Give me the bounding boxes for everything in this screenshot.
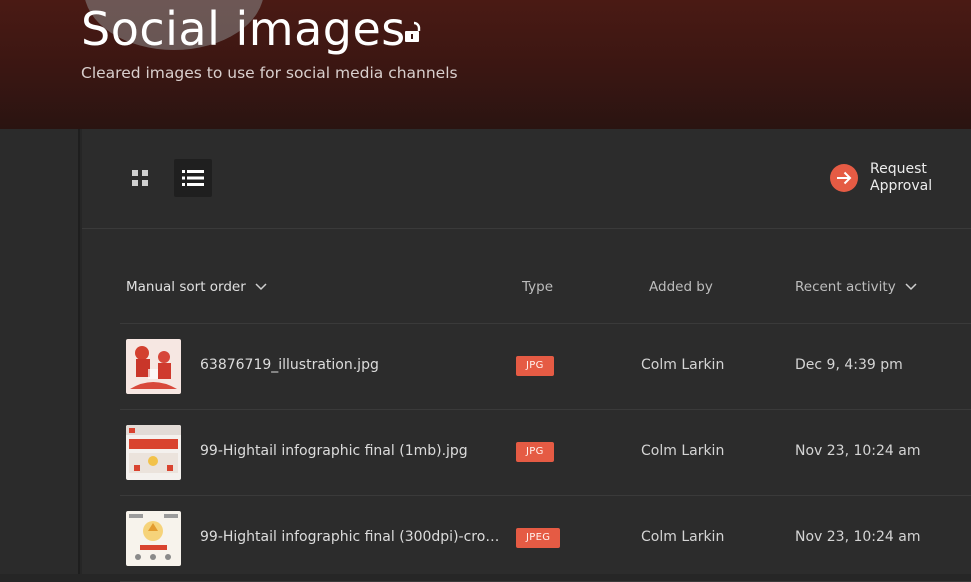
file-row[interactable]: 99-Hightail infographic final (1mb).jpg …	[120, 410, 971, 496]
file-row[interactable]: 63876719_illustration.jpg JPG Colm Larki…	[120, 324, 971, 410]
file-row[interactable]: 99-Hightail infographic final (300dpi)-c…	[120, 496, 971, 582]
file-type-badge: JPG	[516, 442, 554, 462]
file-name[interactable]: 63876719_illustration.jpg	[200, 357, 500, 373]
added-by: Colm Larkin	[641, 357, 725, 373]
page-subtitle: Cleared images to use for social media c…	[81, 64, 458, 82]
list-icon	[182, 170, 204, 186]
column-header-added-by: Added by	[649, 279, 713, 295]
recent-activity: Nov 23, 10:24 am	[795, 529, 921, 545]
file-thumbnail	[126, 425, 181, 480]
chevron-down-icon	[905, 283, 917, 291]
request-approval-label: Request Approval	[870, 161, 933, 194]
chevron-down-icon	[255, 283, 267, 291]
grid-icon	[132, 170, 148, 186]
recent-activity: Dec 9, 4:39 pm	[795, 357, 903, 373]
main-content: Request Approval Manual sort order Type …	[82, 129, 971, 582]
column-header-type: Type	[522, 279, 554, 295]
arrow-right-icon	[830, 164, 858, 192]
file-name[interactable]: 99-Hightail infographic final (300dpi)-c…	[200, 529, 500, 545]
grid-view-button[interactable]	[121, 159, 159, 197]
page-title: Social images	[81, 2, 406, 56]
toolbar: Request Approval	[82, 129, 971, 229]
recent-activity-sort[interactable]: Recent activity	[795, 279, 917, 295]
sort-order-label: Manual sort order	[126, 279, 246, 295]
file-name[interactable]: 99-Hightail infographic final (1mb).jpg	[200, 443, 500, 459]
file-thumbnail	[126, 511, 181, 566]
file-type-badge: JPEG	[516, 528, 561, 548]
unlocked-icon[interactable]	[404, 20, 424, 44]
recent-activity: Nov 23, 10:24 am	[795, 443, 921, 459]
sidebar	[0, 129, 80, 574]
added-by: Colm Larkin	[641, 443, 725, 459]
added-by: Colm Larkin	[641, 529, 725, 545]
file-thumbnail	[126, 339, 181, 394]
request-approval-button[interactable]: Request Approval	[830, 161, 950, 195]
sort-order-dropdown[interactable]: Manual sort order	[126, 279, 267, 295]
file-type-badge: JPG	[516, 356, 554, 376]
list-view-button[interactable]	[174, 159, 212, 197]
recent-activity-label: Recent activity	[795, 279, 896, 295]
page-header: Social images Cleared images to use for …	[0, 0, 971, 129]
